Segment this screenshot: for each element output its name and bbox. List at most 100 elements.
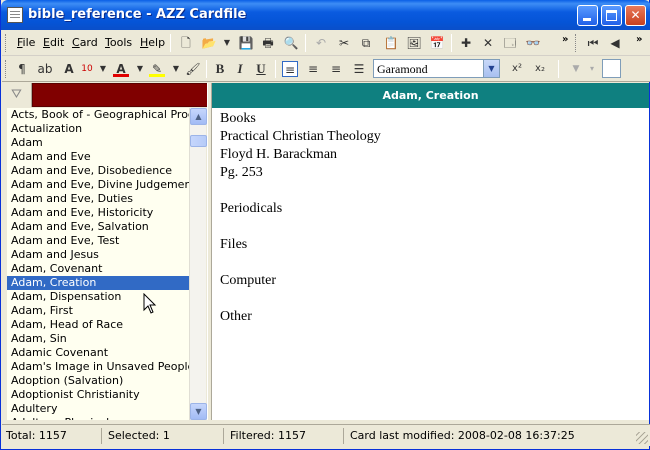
- align-right-icon[interactable]: ≡: [328, 61, 344, 77]
- card-properties-icon[interactable]: 🗔: [502, 35, 518, 51]
- list-item[interactable]: Adam, Sin: [7, 332, 189, 346]
- close-button[interactable]: ✕: [625, 5, 646, 26]
- paste-icon[interactable]: 📋: [383, 35, 399, 51]
- text-color-dropdown-icon[interactable]: ▼: [132, 61, 148, 77]
- list-item[interactable]: Adamic Covenant: [7, 346, 189, 360]
- card-text-line: [220, 218, 649, 236]
- toolbar-grip[interactable]: [575, 34, 578, 52]
- highlight-dropdown-icon[interactable]: ▼: [168, 61, 184, 77]
- toolbar-separator: [206, 60, 207, 78]
- font-size-dropdown-icon[interactable]: ▼: [95, 61, 111, 77]
- list-item[interactable]: Adam and Eve, Divine Judgement: [7, 178, 189, 192]
- scroll-down-icon[interactable]: ▼: [190, 403, 207, 420]
- align-center-icon[interactable]: ≡: [305, 61, 321, 77]
- menu-card-rest: ard: [79, 36, 98, 49]
- bg-color-dropdown-icon[interactable]: ▼: [568, 61, 584, 77]
- list-item[interactable]: Adam and Eve, Disobedience: [7, 164, 189, 178]
- new-card-icon[interactable]: 🗋: [178, 35, 194, 51]
- align-left-icon[interactable]: ≡: [282, 61, 298, 77]
- first-card-icon[interactable]: ⏮: [585, 35, 601, 51]
- toolbar-grip[interactable]: [5, 34, 8, 52]
- list-item[interactable]: Adoption (Salvation): [7, 374, 189, 388]
- list-item[interactable]: Adam, First: [7, 304, 189, 318]
- toolbar-grip[interactable]: [5, 60, 8, 78]
- resize-grip-icon[interactable]: [636, 432, 648, 444]
- bg-color-arrow-icon[interactable]: ▾: [584, 61, 600, 77]
- text-color-icon[interactable]: A: [113, 61, 129, 77]
- list-item[interactable]: Adoptionist Christianity: [7, 388, 189, 402]
- scroll-thumb[interactable]: [190, 135, 207, 147]
- nav-overflow-icon[interactable]: »: [636, 34, 642, 45]
- toolbar-overflow-icon[interactable]: »: [562, 34, 568, 45]
- menu-tools[interactable]: Tools: [105, 36, 132, 49]
- list-item[interactable]: Adam and Eve: [7, 150, 189, 164]
- undo-icon[interactable]: ↶: [313, 35, 329, 51]
- status-total: Total: 1157: [2, 428, 102, 444]
- list-item[interactable]: Adam, Head of Race: [7, 318, 189, 332]
- insert-picture-icon[interactable]: 🖼: [406, 35, 422, 51]
- italic-button[interactable]: I: [232, 61, 248, 77]
- cut-icon[interactable]: ✂: [336, 35, 352, 51]
- toolbar-separator: [451, 34, 452, 52]
- card-content-editor[interactable]: Books Practical Christian Theology Floyd H…: [212, 108, 649, 420]
- filter-funnel-icon[interactable]: ⛛: [2, 83, 32, 107]
- list-item[interactable]: Adam and Jesus: [7, 248, 189, 262]
- list-item[interactable]: Adultery, Physical: [7, 416, 189, 420]
- bullet-list-icon[interactable]: ☰: [351, 61, 367, 77]
- copy-icon[interactable]: ⧉: [358, 35, 374, 51]
- list-item[interactable]: Actualization: [7, 122, 189, 136]
- color-preview-box[interactable]: [602, 59, 621, 78]
- toolbar-separator: [558, 60, 559, 78]
- list-item[interactable]: Adam, Covenant: [7, 262, 189, 276]
- list-item[interactable]: Adam: [7, 136, 189, 150]
- list-item[interactable]: Adultery: [7, 402, 189, 416]
- list-item[interactable]: Adam, Creation: [7, 276, 189, 290]
- new-card-add-icon[interactable]: ✚: [458, 35, 474, 51]
- list-item[interactable]: Adam and Eve, Duties: [7, 192, 189, 206]
- menu-card[interactable]: Card: [72, 36, 98, 49]
- format-painter-icon[interactable]: 🖌: [185, 61, 201, 77]
- highlight-icon[interactable]: ✎: [149, 61, 165, 77]
- toolbar-separator: [170, 34, 171, 52]
- find-binoculars-icon[interactable]: 👓: [525, 35, 541, 51]
- cardfile-app-icon[interactable]: [7, 7, 23, 23]
- scroll-up-icon[interactable]: ▲: [190, 108, 207, 125]
- mouse-cursor-icon: [143, 293, 157, 314]
- app-window: bible_reference - AZZ Cardfile ✕ File Ed…: [0, 0, 650, 450]
- save-icon[interactable]: 💾: [238, 35, 254, 51]
- underline-button[interactable]: U: [253, 61, 269, 77]
- list-item[interactable]: Adam and Eve, Salvation: [7, 220, 189, 234]
- card-index-list[interactable]: Acts, Book of - Geographical Progr...Act…: [7, 108, 189, 420]
- superscript-icon[interactable]: x²: [509, 61, 525, 77]
- bold-button[interactable]: B: [212, 61, 228, 77]
- menu-help[interactable]: Help: [140, 36, 165, 49]
- card-text-line: Other: [220, 309, 252, 324]
- delete-card-icon[interactable]: ✕: [480, 35, 496, 51]
- open-folder-icon[interactable]: 📂: [201, 35, 217, 51]
- menu-file[interactable]: File: [17, 36, 35, 49]
- maximize-button[interactable]: [601, 5, 622, 26]
- card-text-line: Computer: [220, 273, 276, 288]
- list-item[interactable]: Acts, Book of - Geographical Progr...: [7, 108, 189, 122]
- insert-date-icon[interactable]: 📅: [429, 35, 445, 51]
- list-item[interactable]: Adam, Dispensation: [7, 290, 189, 304]
- paragraph-icon[interactable]: ¶: [14, 61, 30, 77]
- font-icon[interactable]: A: [61, 61, 77, 77]
- list-item[interactable]: Adam and Eve, Historicity: [7, 206, 189, 220]
- minimize-button[interactable]: [577, 5, 598, 26]
- print-preview-icon[interactable]: 🔍: [283, 35, 299, 51]
- list-item[interactable]: Adam and Eve, Test: [7, 234, 189, 248]
- font-size-label[interactable]: 10: [79, 61, 95, 77]
- chevron-down-icon[interactable]: ▼: [483, 60, 499, 77]
- font-name-select[interactable]: Garamond ▼: [373, 59, 500, 78]
- list-scrollbar[interactable]: ▲ ▼: [189, 108, 207, 420]
- menu-edit[interactable]: Edit: [43, 36, 64, 49]
- spell-check-icon[interactable]: ab: [37, 61, 53, 77]
- previous-card-icon[interactable]: ◀: [607, 35, 623, 51]
- open-dropdown-icon[interactable]: ▼: [219, 35, 235, 51]
- print-icon[interactable]: 🖶: [260, 35, 276, 51]
- list-item[interactable]: Adam's Image in Unsaved People: [7, 360, 189, 374]
- subscript-icon[interactable]: x₂: [532, 61, 548, 77]
- title-bar[interactable]: bible_reference - AZZ Cardfile ✕: [1, 0, 650, 30]
- filter-input[interactable]: [32, 83, 209, 107]
